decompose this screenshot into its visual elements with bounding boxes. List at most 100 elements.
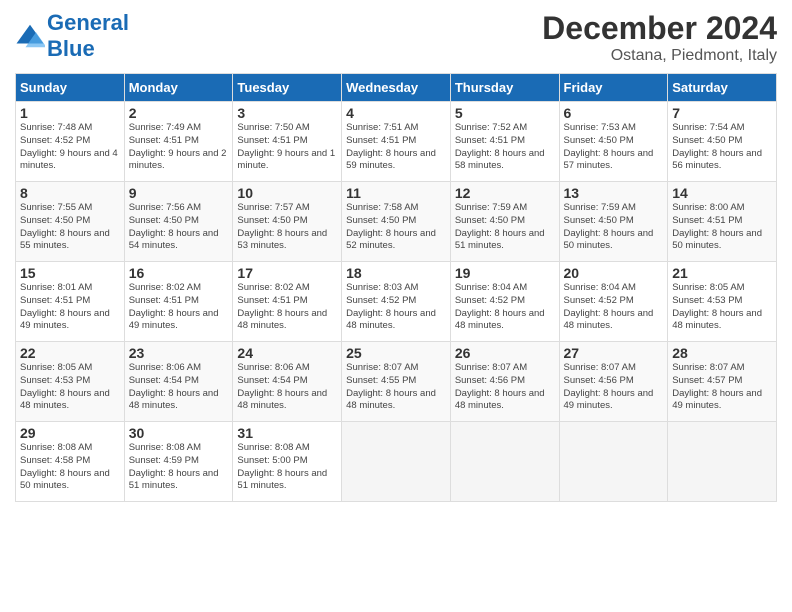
day-number: 17 (237, 265, 337, 281)
day-number: 26 (455, 345, 555, 361)
day-info: Sunrise: 8:03 AM Sunset: 4:52 PM Dayligh… (346, 282, 446, 333)
day-info: Sunrise: 7:53 AM Sunset: 4:50 PM Dayligh… (564, 122, 664, 173)
day-cell-20: 20 Sunrise: 8:04 AM Sunset: 4:52 PM Dayl… (559, 262, 668, 342)
day-cell-13: 13 Sunrise: 7:59 AM Sunset: 4:50 PM Dayl… (559, 182, 668, 262)
day-info: Sunrise: 8:00 AM Sunset: 4:51 PM Dayligh… (672, 202, 772, 253)
day-number: 20 (564, 265, 664, 281)
day-number: 23 (129, 345, 229, 361)
day-info: Sunrise: 8:01 AM Sunset: 4:51 PM Dayligh… (20, 282, 120, 333)
day-info: Sunrise: 7:59 AM Sunset: 4:50 PM Dayligh… (564, 202, 664, 253)
day-info: Sunrise: 7:56 AM Sunset: 4:50 PM Dayligh… (129, 202, 229, 253)
day-number: 28 (672, 345, 772, 361)
day-cell-31: 31 Sunrise: 8:08 AM Sunset: 5:00 PM Dayl… (233, 422, 342, 502)
day-cell-19: 19 Sunrise: 8:04 AM Sunset: 4:52 PM Dayl… (450, 262, 559, 342)
day-number: 6 (564, 105, 664, 121)
day-info: Sunrise: 8:07 AM Sunset: 4:56 PM Dayligh… (455, 362, 555, 413)
day-number: 30 (129, 425, 229, 441)
day-info: Sunrise: 8:02 AM Sunset: 4:51 PM Dayligh… (129, 282, 229, 333)
empty-cell (668, 422, 777, 502)
day-number: 12 (455, 185, 555, 201)
logo-general: General (47, 10, 129, 35)
day-info: Sunrise: 7:57 AM Sunset: 4:50 PM Dayligh… (237, 202, 337, 253)
day-cell-6: 6 Sunrise: 7:53 AM Sunset: 4:50 PM Dayli… (559, 102, 668, 182)
day-cell-3: 3 Sunrise: 7:50 AM Sunset: 4:51 PM Dayli… (233, 102, 342, 182)
day-cell-26: 26 Sunrise: 8:07 AM Sunset: 4:56 PM Dayl… (450, 342, 559, 422)
day-info: Sunrise: 8:05 AM Sunset: 4:53 PM Dayligh… (20, 362, 120, 413)
col-sunday: Sunday (16, 74, 125, 102)
day-info: Sunrise: 8:07 AM Sunset: 4:57 PM Dayligh… (672, 362, 772, 413)
day-info: Sunrise: 8:06 AM Sunset: 4:54 PM Dayligh… (129, 362, 229, 413)
day-cell-15: 15 Sunrise: 8:01 AM Sunset: 4:51 PM Dayl… (16, 262, 125, 342)
header: General Blue December 2024 Ostana, Piedm… (15, 10, 777, 65)
day-info: Sunrise: 7:55 AM Sunset: 4:50 PM Dayligh… (20, 202, 120, 253)
month-title: December 2024 (542, 10, 777, 47)
day-number: 3 (237, 105, 337, 121)
day-cell-18: 18 Sunrise: 8:03 AM Sunset: 4:52 PM Dayl… (342, 262, 451, 342)
day-number: 21 (672, 265, 772, 281)
day-cell-27: 27 Sunrise: 8:07 AM Sunset: 4:56 PM Dayl… (559, 342, 668, 422)
day-cell-10: 10 Sunrise: 7:57 AM Sunset: 4:50 PM Dayl… (233, 182, 342, 262)
day-cell-2: 2 Sunrise: 7:49 AM Sunset: 4:51 PM Dayli… (124, 102, 233, 182)
day-cell-21: 21 Sunrise: 8:05 AM Sunset: 4:53 PM Dayl… (668, 262, 777, 342)
logo-text: General Blue (47, 10, 129, 62)
location: Ostana, Piedmont, Italy (542, 47, 777, 65)
logo-blue: Blue (47, 36, 95, 61)
day-number: 1 (20, 105, 120, 121)
title-block: December 2024 Ostana, Piedmont, Italy (542, 10, 777, 65)
day-number: 4 (346, 105, 446, 121)
day-cell-11: 11 Sunrise: 7:58 AM Sunset: 4:50 PM Dayl… (342, 182, 451, 262)
col-friday: Friday (559, 74, 668, 102)
logo: General Blue (15, 10, 129, 62)
day-cell-30: 30 Sunrise: 8:08 AM Sunset: 4:59 PM Dayl… (124, 422, 233, 502)
day-cell-16: 16 Sunrise: 8:02 AM Sunset: 4:51 PM Dayl… (124, 262, 233, 342)
day-cell-14: 14 Sunrise: 8:00 AM Sunset: 4:51 PM Dayl… (668, 182, 777, 262)
day-number: 10 (237, 185, 337, 201)
col-saturday: Saturday (668, 74, 777, 102)
day-cell-4: 4 Sunrise: 7:51 AM Sunset: 4:51 PM Dayli… (342, 102, 451, 182)
week-row-3: 15 Sunrise: 8:01 AM Sunset: 4:51 PM Dayl… (16, 262, 777, 342)
week-row-2: 8 Sunrise: 7:55 AM Sunset: 4:50 PM Dayli… (16, 182, 777, 262)
empty-cell (559, 422, 668, 502)
day-info: Sunrise: 8:07 AM Sunset: 4:55 PM Dayligh… (346, 362, 446, 413)
main-container: General Blue December 2024 Ostana, Piedm… (0, 0, 792, 512)
day-cell-7: 7 Sunrise: 7:54 AM Sunset: 4:50 PM Dayli… (668, 102, 777, 182)
day-number: 13 (564, 185, 664, 201)
col-thursday: Thursday (450, 74, 559, 102)
empty-cell (450, 422, 559, 502)
day-number: 8 (20, 185, 120, 201)
day-cell-24: 24 Sunrise: 8:06 AM Sunset: 4:54 PM Dayl… (233, 342, 342, 422)
day-info: Sunrise: 7:58 AM Sunset: 4:50 PM Dayligh… (346, 202, 446, 253)
day-info: Sunrise: 7:59 AM Sunset: 4:50 PM Dayligh… (455, 202, 555, 253)
day-info: Sunrise: 7:54 AM Sunset: 4:50 PM Dayligh… (672, 122, 772, 173)
day-number: 11 (346, 185, 446, 201)
day-number: 29 (20, 425, 120, 441)
day-cell-12: 12 Sunrise: 7:59 AM Sunset: 4:50 PM Dayl… (450, 182, 559, 262)
day-cell-8: 8 Sunrise: 7:55 AM Sunset: 4:50 PM Dayli… (16, 182, 125, 262)
day-number: 27 (564, 345, 664, 361)
day-info: Sunrise: 8:08 AM Sunset: 4:58 PM Dayligh… (20, 442, 120, 493)
day-info: Sunrise: 7:52 AM Sunset: 4:51 PM Dayligh… (455, 122, 555, 173)
day-number: 7 (672, 105, 772, 121)
day-info: Sunrise: 8:04 AM Sunset: 4:52 PM Dayligh… (455, 282, 555, 333)
calendar-table: Sunday Monday Tuesday Wednesday Thursday… (15, 73, 777, 502)
col-tuesday: Tuesday (233, 74, 342, 102)
empty-cell (342, 422, 451, 502)
week-row-1: 1 Sunrise: 7:48 AM Sunset: 4:52 PM Dayli… (16, 102, 777, 182)
day-info: Sunrise: 7:48 AM Sunset: 4:52 PM Dayligh… (20, 122, 120, 173)
day-number: 9 (129, 185, 229, 201)
day-cell-22: 22 Sunrise: 8:05 AM Sunset: 4:53 PM Dayl… (16, 342, 125, 422)
logo-icon (15, 21, 45, 51)
day-info: Sunrise: 8:02 AM Sunset: 4:51 PM Dayligh… (237, 282, 337, 333)
day-number: 18 (346, 265, 446, 281)
day-cell-17: 17 Sunrise: 8:02 AM Sunset: 4:51 PM Dayl… (233, 262, 342, 342)
day-info: Sunrise: 8:08 AM Sunset: 4:59 PM Dayligh… (129, 442, 229, 493)
day-number: 22 (20, 345, 120, 361)
day-number: 14 (672, 185, 772, 201)
day-cell-23: 23 Sunrise: 8:06 AM Sunset: 4:54 PM Dayl… (124, 342, 233, 422)
day-cell-28: 28 Sunrise: 8:07 AM Sunset: 4:57 PM Dayl… (668, 342, 777, 422)
week-row-5: 29 Sunrise: 8:08 AM Sunset: 4:58 PM Dayl… (16, 422, 777, 502)
day-number: 31 (237, 425, 337, 441)
day-info: Sunrise: 7:51 AM Sunset: 4:51 PM Dayligh… (346, 122, 446, 173)
day-info: Sunrise: 8:04 AM Sunset: 4:52 PM Dayligh… (564, 282, 664, 333)
week-row-4: 22 Sunrise: 8:05 AM Sunset: 4:53 PM Dayl… (16, 342, 777, 422)
